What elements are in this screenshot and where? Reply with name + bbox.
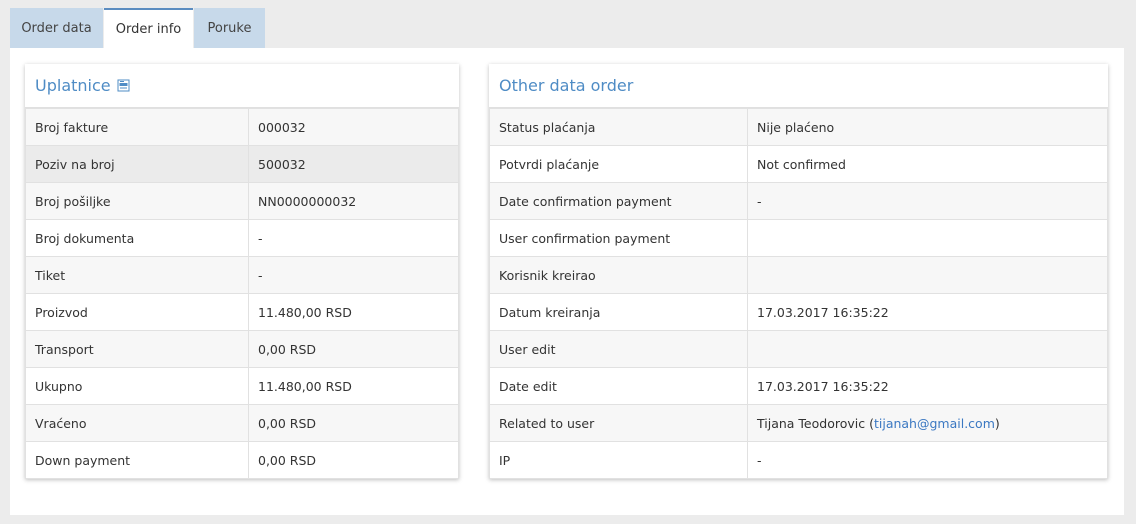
table-row: Vraćeno 0,00 RSD — [25, 404, 459, 442]
other-data-panel: Other data order Status plaćanja Nije pla… — [489, 64, 1108, 479]
row-value: Tijana Teodorovic (tijanah@gmail.com) — [747, 404, 1108, 442]
row-value: 0,00 RSD — [248, 441, 459, 479]
table-row: User confirmation payment — [489, 219, 1108, 257]
row-value: - — [747, 182, 1108, 220]
row-value: - — [248, 219, 459, 257]
user-name: Tijana Teodorovic — [757, 415, 866, 431]
row-value: - — [747, 441, 1108, 479]
row-label: Potvrdi plaćanje — [489, 145, 748, 183]
table-row: User edit — [489, 330, 1108, 368]
table-row: Date edit 17.03.2017 16:35:22 — [489, 367, 1108, 405]
tab-poruke[interactable]: Poruke — [194, 8, 265, 48]
row-value: NN0000000032 — [248, 182, 459, 220]
table-row: Korisnik kreirao — [489, 256, 1108, 294]
table-row: Broj fakture 000032 — [25, 108, 459, 146]
row-label: Status plaćanja — [489, 108, 748, 146]
row-label: Broj pošiljke — [25, 182, 249, 220]
row-label: Vraćeno — [25, 404, 249, 442]
row-label: Tiket — [25, 256, 249, 294]
row-label: User edit — [489, 330, 748, 368]
row-value: 0,00 RSD — [248, 330, 459, 368]
row-label: Korisnik kreirao — [489, 256, 748, 294]
row-value: Nije plaćeno — [747, 108, 1108, 146]
row-label: Date edit — [489, 367, 748, 405]
table-row: Poziv na broj 500032 — [25, 145, 459, 183]
table-row: Date confirmation payment - — [489, 182, 1108, 220]
tab-bar: Order data Order info Poruke — [10, 8, 266, 48]
table-row: Transport 0,00 RSD — [25, 330, 459, 368]
uplatnice-header: Uplatnice — [25, 64, 459, 108]
row-label: Date confirmation payment — [489, 182, 748, 220]
tab-order-info[interactable]: Order info — [104, 8, 193, 48]
table-row: Datum kreiranja 17.03.2017 16:35:22 — [489, 293, 1108, 331]
row-label: IP — [489, 441, 748, 479]
user-email-link[interactable]: tijanah@gmail.com — [874, 416, 995, 431]
table-row: Status plaćanja Nije plaćeno — [489, 108, 1108, 146]
row-value: Not confirmed — [747, 145, 1108, 183]
row-value: 11.480,00 RSD — [248, 293, 459, 331]
table-row: Proizvod 11.480,00 RSD — [25, 293, 459, 331]
row-label: Related to user — [489, 404, 748, 442]
table-row: Potvrdi plaćanje Not confirmed — [489, 145, 1108, 183]
row-value: 0,00 RSD — [248, 404, 459, 442]
table-row: Down payment 0,00 RSD — [25, 441, 459, 479]
row-value — [747, 256, 1108, 294]
row-label: Transport — [25, 330, 249, 368]
other-data-header: Other data order — [489, 64, 1108, 108]
tab-content: Uplatnice Broj fakture 000032 Poziv na bro… — [10, 48, 1124, 515]
row-value: - — [248, 256, 459, 294]
table-row: Ukupno 11.480,00 RSD — [25, 367, 459, 405]
row-label: User confirmation payment — [489, 219, 748, 257]
row-value: 11.480,00 RSD — [248, 367, 459, 405]
other-data-title: Other data order — [499, 76, 634, 95]
row-value — [747, 330, 1108, 368]
row-value: 500032 — [248, 145, 459, 183]
row-value: 17.03.2017 16:35:22 — [747, 293, 1108, 331]
row-value — [747, 219, 1108, 257]
table-row: IP - — [489, 441, 1108, 479]
row-label: Down payment — [25, 441, 249, 479]
row-value: 17.03.2017 16:35:22 — [747, 367, 1108, 405]
uplatnice-title: Uplatnice — [35, 76, 111, 95]
row-label: Datum kreiranja — [489, 293, 748, 331]
row-label: Broj fakture — [25, 108, 249, 146]
uplatnice-table: Broj fakture 000032 Poziv na broj 500032 Bro… — [25, 108, 459, 479]
row-value: 000032 — [248, 108, 459, 146]
table-row: Broj pošiljke NN0000000032 — [25, 182, 459, 220]
table-row: Tiket - — [25, 256, 459, 294]
row-label: Ukupno — [25, 367, 249, 405]
tab-order-data[interactable]: Order data — [10, 8, 103, 48]
uplatnice-panel: Uplatnice Broj fakture 000032 Poziv na bro… — [25, 64, 459, 479]
document-icon[interactable] — [117, 79, 130, 92]
table-row: Broj dokumenta - — [25, 219, 459, 257]
row-label: Broj dokumenta — [25, 219, 249, 257]
table-row: Related to user Tijana Teodorovic (tijana… — [489, 404, 1108, 442]
row-label: Proizvod — [25, 293, 249, 331]
row-label: Poziv na broj — [25, 145, 249, 183]
other-data-table: Status plaćanja Nije plaćeno Potvrdi plaća… — [489, 108, 1108, 479]
